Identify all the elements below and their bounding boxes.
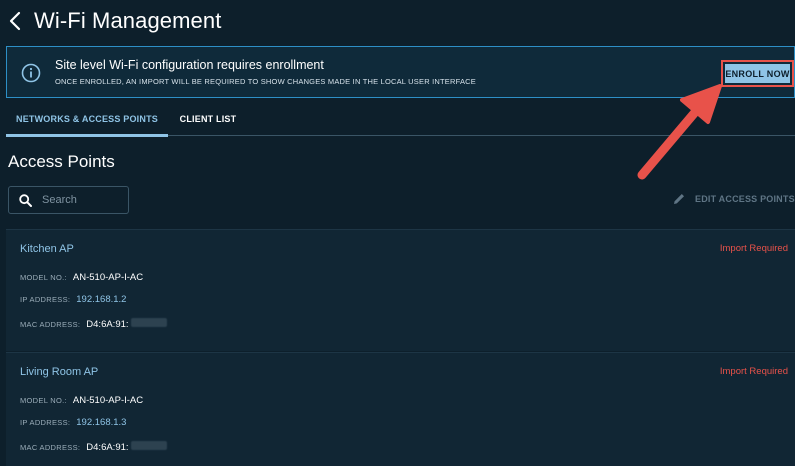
info-icon — [21, 63, 41, 83]
ap-model-row: MODEL NO.: AN-510-AP-I-AC — [20, 395, 143, 406]
ap-model-row: MODEL NO.: AN-510-AP-I-AC — [20, 272, 143, 283]
page-header: Wi-Fi Management — [0, 0, 795, 42]
tab-label: NETWORKS & ACCESS POINTS — [16, 114, 158, 124]
pencil-icon — [672, 192, 686, 206]
ap-ip-link[interactable]: 192.168.1.3 — [76, 417, 126, 428]
ap-mac-label: MAC ADDRESS: — [20, 443, 81, 452]
ap-name: Living Room AP — [20, 366, 99, 378]
ap-ip-row: IP ADDRESS: 192.168.1.2 — [20, 294, 126, 305]
ap-ip-label: IP ADDRESS: — [20, 418, 71, 427]
banner-subtitle: ONCE ENROLLED, AN IMPORT WILL BE REQUIRE… — [55, 77, 476, 86]
active-tab-indicator — [6, 134, 168, 137]
ap-name: Kitchen AP — [20, 243, 74, 255]
enroll-highlight-box: ENROLL NOW — [721, 60, 794, 87]
ap-mac-value: D4:6A:91: — [86, 319, 129, 330]
ap-ip-row: IP ADDRESS: 192.168.1.3 — [20, 417, 126, 428]
ap-mac-row: MAC ADDRESS: D4:6A:91: — [20, 318, 167, 330]
search-field[interactable] — [8, 186, 129, 214]
edit-access-points-button[interactable]: EDIT ACCESS POINTS — [672, 192, 795, 206]
ap-status-badge: Import Required — [719, 366, 788, 377]
search-icon — [19, 193, 32, 207]
wifi-management-screen: Wi-Fi Management Site level Wi-Fi config… — [0, 0, 795, 466]
banner-title: Site level Wi-Fi configuration requires … — [55, 58, 324, 72]
enrollment-banner: Site level Wi-Fi configuration requires … — [6, 46, 795, 98]
access-point-card[interactable]: Living Room AP Import Required MODEL NO.… — [6, 352, 795, 466]
ap-model-label: MODEL NO.: — [20, 396, 67, 405]
ap-mac-value: D4:6A:91: — [86, 442, 129, 453]
page-title: Wi-Fi Management — [34, 8, 222, 33]
ap-model-label: MODEL NO.: — [20, 273, 67, 282]
ap-ip-label: IP ADDRESS: — [20, 295, 71, 304]
search-input[interactable] — [42, 194, 118, 206]
ap-model-value: AN-510-AP-I-AC — [72, 272, 144, 283]
ap-ip-link[interactable]: 192.168.1.2 — [76, 294, 126, 305]
redacted-mac-suffix — [130, 441, 167, 450]
access-point-card[interactable]: Kitchen AP Import Required MODEL NO.: AN… — [6, 229, 795, 351]
redacted-mac-suffix — [130, 318, 167, 327]
ap-model-value: AN-510-AP-I-AC — [72, 395, 144, 406]
tab-client-list[interactable]: CLIENT LIST — [168, 102, 248, 136]
section-title: Access Points — [8, 152, 115, 171]
tab-networks-access-points[interactable]: NETWORKS & ACCESS POINTS — [6, 102, 168, 137]
tab-bar: NETWORKS & ACCESS POINTS CLIENT LIST — [6, 102, 795, 137]
ap-status-badge: Import Required — [719, 243, 788, 254]
edit-access-points-label: EDIT ACCESS POINTS — [695, 194, 795, 204]
chevron-left-icon[interactable] — [8, 10, 26, 32]
ap-mac-label: MAC ADDRESS: — [20, 320, 81, 329]
ap-mac-row: MAC ADDRESS: D4:6A:91: — [20, 441, 167, 453]
enroll-now-button[interactable]: ENROLL NOW — [725, 64, 790, 83]
tab-label: CLIENT LIST — [179, 114, 237, 124]
